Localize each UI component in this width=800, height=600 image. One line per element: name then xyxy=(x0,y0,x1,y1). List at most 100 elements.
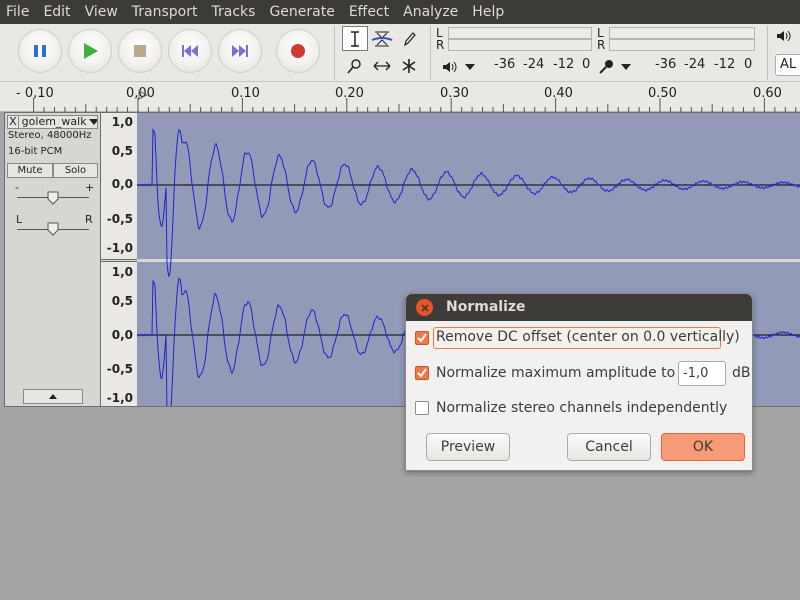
chevron-up-icon xyxy=(49,394,57,399)
tools-toolbar xyxy=(340,26,426,80)
pause-icon xyxy=(34,45,46,57)
stop-button[interactable] xyxy=(118,29,162,73)
record-meter-left xyxy=(609,27,755,39)
remove-dc-offset-checkbox[interactable] xyxy=(415,331,429,345)
stereo-independent-checkbox[interactable] xyxy=(415,401,429,415)
record-scale-2: -24 xyxy=(684,57,706,72)
mute-button[interactable]: Mute xyxy=(7,163,53,178)
envelope-tool[interactable] xyxy=(369,26,395,51)
meter-right-label: R xyxy=(597,38,606,52)
playback-scale-1: -36 xyxy=(494,57,516,72)
record-button[interactable] xyxy=(276,29,320,73)
checkmark-icon xyxy=(417,368,427,378)
solo-button[interactable]: Solo xyxy=(53,163,98,178)
audio-host-select[interactable]: AL xyxy=(775,54,800,76)
preview-button[interactable]: Preview xyxy=(426,433,510,461)
vruler-label: -1,0 xyxy=(106,391,133,405)
selection-tool[interactable] xyxy=(342,26,368,51)
pan-slider[interactable] xyxy=(47,222,59,236)
record-meter-menu[interactable] xyxy=(598,57,640,77)
skip-to-end-button[interactable] xyxy=(218,29,262,73)
stop-icon xyxy=(134,45,146,57)
menu-tracks[interactable]: Tracks xyxy=(206,0,264,24)
vruler-label: 1,0 xyxy=(111,115,133,129)
record-scale-4: 0 xyxy=(744,57,753,72)
toolbar-separator xyxy=(767,26,768,80)
menu-analyze[interactable]: Analyze xyxy=(397,0,466,24)
record-scale-3: -12 xyxy=(714,57,736,72)
volume-icon-button[interactable] xyxy=(776,29,792,47)
record-icon xyxy=(291,44,305,58)
toolbar: L R L R -36 -24 -12 0 -36 -24 -12 0 AL xyxy=(0,24,800,82)
chevron-down-icon xyxy=(88,119,97,125)
record-meter-right xyxy=(609,39,755,51)
skip-end-icon xyxy=(232,45,248,57)
menu-view[interactable]: View xyxy=(79,0,126,24)
dialog-close-button[interactable] xyxy=(416,299,433,316)
multi-tool[interactable] xyxy=(396,53,422,78)
amplitude-input[interactable] xyxy=(678,361,726,386)
vruler-label: 0,5 xyxy=(111,144,133,158)
record-scale-1: -36 xyxy=(655,57,677,72)
playback-meter-left xyxy=(448,27,592,39)
vruler-label: -0,5 xyxy=(106,362,133,376)
collapse-track-button[interactable] xyxy=(23,389,83,404)
remove-dc-offset-label[interactable]: Remove DC offset (center on 0.0 vertical… xyxy=(436,329,740,345)
vruler-label: 0,0 xyxy=(111,328,133,342)
vruler-label: 0,0 xyxy=(111,177,133,191)
zoom-tool[interactable] xyxy=(342,53,368,78)
vruler-label: 0,5 xyxy=(111,294,133,308)
toolbar-separator xyxy=(430,26,431,80)
play-button[interactable] xyxy=(68,29,112,73)
speaker-icon xyxy=(777,30,791,42)
chevron-down-icon xyxy=(465,64,475,70)
asterisk-icon xyxy=(402,58,416,73)
menu-transport[interactable]: Transport xyxy=(126,0,206,24)
menu-file[interactable]: File xyxy=(0,0,37,24)
track-close-button[interactable]: X xyxy=(8,116,19,128)
skip-to-start-button[interactable] xyxy=(168,29,212,73)
speaker-icon xyxy=(443,61,457,73)
dialog-titlebar[interactable]: Normalize xyxy=(406,294,752,321)
gain-slider[interactable] xyxy=(47,191,59,205)
normalize-amplitude-label[interactable]: Normalize maximum amplitude to xyxy=(436,365,675,381)
amplitude-unit: dB xyxy=(732,365,751,381)
envelope-icon xyxy=(371,31,393,46)
toolbar-separator xyxy=(334,26,335,80)
microphone-icon xyxy=(599,60,613,74)
gain-minus-label: - xyxy=(15,181,19,194)
playback-scale-4: 0 xyxy=(582,57,591,72)
play-head-icon xyxy=(138,90,148,100)
track-name-menu[interactable]: golem_walk xyxy=(19,116,87,128)
playback-meter-menu[interactable] xyxy=(442,57,480,77)
cancel-button[interactable]: Cancel xyxy=(567,433,651,461)
playback-scale-3: -12 xyxy=(553,57,575,72)
playback-scale-2: -24 xyxy=(523,57,545,72)
ok-button[interactable]: OK xyxy=(661,433,745,461)
menu-help[interactable]: Help xyxy=(466,0,512,24)
pause-button[interactable] xyxy=(18,29,62,73)
menu-generate[interactable]: Generate xyxy=(263,0,342,24)
time-shift-tool[interactable] xyxy=(369,53,395,78)
dialog-title: Normalize xyxy=(446,299,526,315)
pan-left-label: L xyxy=(16,213,23,226)
close-icon xyxy=(420,303,429,312)
gain-plus-label: + xyxy=(85,181,95,194)
pencil-icon xyxy=(404,31,416,46)
channel-divider xyxy=(101,259,137,262)
play-icon xyxy=(84,43,98,59)
left-channel-waveform xyxy=(137,128,800,277)
track-name-bar: X golem_walk xyxy=(7,115,98,129)
vertical-ruler[interactable]: 1,0 0,5 0,0 -0,5 -1,0 1,0 0,5 0,0 -0,5 -… xyxy=(101,112,137,407)
pan-right-label: R xyxy=(85,213,93,226)
time-shift-icon xyxy=(373,61,391,70)
timeline-ruler[interactable]: - 0,10 0,00 0.10 0.20 0.30 0.40 0.50 0.6… xyxy=(0,82,800,112)
menu-edit[interactable]: Edit xyxy=(37,0,78,24)
menu-bar: File Edit View Transport Tracks Generate… xyxy=(0,0,800,24)
stereo-independent-label[interactable]: Normalize stereo channels independently xyxy=(436,400,727,416)
normalize-dialog: Normalize Remove DC offset (center on 0.… xyxy=(405,293,753,471)
normalize-amplitude-checkbox[interactable] xyxy=(415,366,429,380)
menu-effect[interactable]: Effect xyxy=(343,0,397,24)
track-control-panel: X golem_walk Stereo, 48000Hz 16-bit PCM … xyxy=(4,112,101,407)
draw-tool[interactable] xyxy=(396,26,422,51)
